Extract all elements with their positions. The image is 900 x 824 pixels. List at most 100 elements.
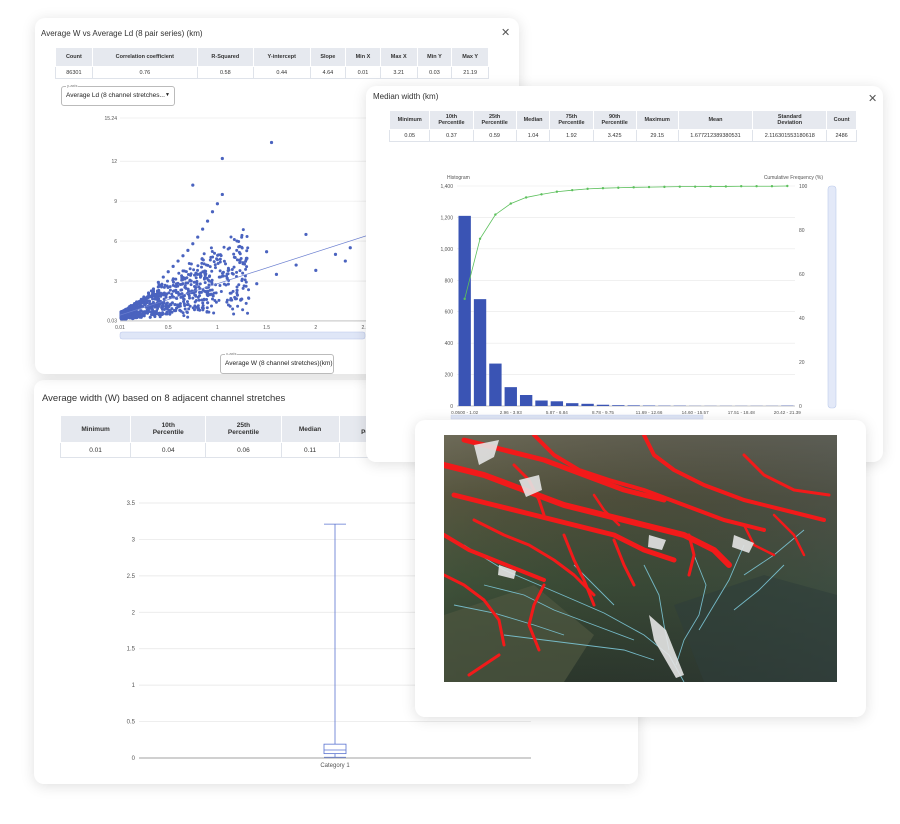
x-tick-label: 1 xyxy=(216,325,219,331)
river-map-image xyxy=(444,435,837,682)
scatter-point xyxy=(188,278,192,282)
scatter-point xyxy=(244,301,248,305)
scatter-point xyxy=(207,274,211,278)
y2-tick-label: 80 xyxy=(799,228,805,234)
scatter-point xyxy=(146,307,151,311)
scatter-point xyxy=(196,235,200,239)
scatter-point xyxy=(314,268,318,272)
scatter-point xyxy=(240,246,244,250)
cumulative-point xyxy=(693,185,697,188)
scatter-point xyxy=(201,308,205,312)
scatter-point xyxy=(232,312,236,316)
scatter-point xyxy=(245,265,249,269)
scatter-point xyxy=(174,288,178,292)
scatter-point xyxy=(178,308,182,312)
scatter-point xyxy=(183,284,187,288)
scatter-point xyxy=(203,281,207,285)
scatter-point xyxy=(186,248,190,253)
cumulative-point xyxy=(709,185,712,188)
scatter-point xyxy=(160,285,164,289)
scatter-point xyxy=(180,276,184,280)
scatter-point xyxy=(171,264,175,268)
scatter-point xyxy=(185,303,189,307)
map-card xyxy=(415,420,866,717)
scatter-point xyxy=(200,261,204,265)
cumulative-point xyxy=(647,185,651,189)
x-axis-select-value: Average W (8 channel stretches)(km) xyxy=(225,360,333,367)
scatter-point xyxy=(189,262,193,266)
y-tick-label: 15.24 xyxy=(104,116,117,122)
scatter-point xyxy=(244,267,248,271)
scatter-point xyxy=(209,304,213,308)
scatter-point xyxy=(198,273,202,277)
histogram-bar xyxy=(458,215,471,406)
scatter-point xyxy=(231,289,235,293)
scatter-point xyxy=(219,290,223,294)
scatter-point xyxy=(170,310,174,314)
scatter-point xyxy=(166,285,170,289)
x-tick-label: 8.78 - 9.75 xyxy=(592,410,614,415)
scatter-point xyxy=(137,302,141,306)
scatter-point xyxy=(153,315,157,319)
scatter-point xyxy=(212,260,216,264)
scatter-point xyxy=(221,270,225,274)
cumulative-point xyxy=(509,202,512,205)
scatter-point xyxy=(132,306,136,310)
scatter-point xyxy=(213,266,217,270)
scatter-point xyxy=(151,300,155,304)
scatter-point xyxy=(227,268,231,272)
scatter-point xyxy=(164,312,168,316)
scatter-point xyxy=(235,285,239,289)
scatter-point xyxy=(126,307,130,311)
scatter-point xyxy=(212,311,216,315)
scatter-point xyxy=(241,286,245,290)
y-tick-label: 0.03 xyxy=(107,319,117,325)
scatter-point xyxy=(161,275,165,279)
scatter-point xyxy=(231,307,235,311)
histogram-bar xyxy=(581,403,594,406)
scatter-point xyxy=(208,265,212,269)
y-tick-label: 0.5 xyxy=(127,720,136,726)
x-axis-select[interactable]: Average W (8 channel stretches)(km) xyxy=(220,354,334,374)
scatter-point xyxy=(191,296,195,300)
scatter-point xyxy=(226,303,230,307)
scatter-point xyxy=(196,264,200,268)
scatter-point xyxy=(164,293,168,297)
scatter-point xyxy=(218,269,222,273)
scatter-point xyxy=(216,261,220,265)
scatter-point xyxy=(304,232,308,237)
scatter-point xyxy=(186,287,190,291)
x-tick-label: 14.60 - 15.57 xyxy=(682,410,710,415)
scatter-point xyxy=(186,281,190,285)
x-tick-label: 17.51 - 18.48 xyxy=(728,410,756,415)
scatter-point xyxy=(210,249,214,253)
scatter-point xyxy=(170,307,174,311)
scatter-point xyxy=(210,210,215,214)
y-tick-label: 600 xyxy=(445,310,454,316)
scatter-point xyxy=(241,228,245,232)
cumulative-point xyxy=(571,188,574,192)
scatter-point xyxy=(205,310,209,314)
scatter-point xyxy=(202,252,206,256)
scatter-point xyxy=(146,291,151,295)
scatter-point xyxy=(168,288,172,292)
scatter-point xyxy=(274,272,279,276)
scatter-point xyxy=(235,239,239,243)
scatter-point xyxy=(348,246,352,250)
scatter-point xyxy=(229,235,233,239)
scatter-point xyxy=(230,267,234,271)
histogram-bar xyxy=(519,395,533,406)
scatter-point xyxy=(187,307,191,311)
histogram-bar xyxy=(504,387,517,406)
scatter-point xyxy=(179,288,183,292)
scatter-point xyxy=(202,297,206,301)
scatter-point xyxy=(194,299,198,303)
scatter-point xyxy=(173,303,177,307)
histogram-bar xyxy=(566,403,579,406)
cumulative-point xyxy=(463,297,466,301)
scatter-point xyxy=(209,246,213,250)
y-tick-label: 3 xyxy=(132,537,136,543)
histogram-bar xyxy=(612,405,625,406)
scatter-point xyxy=(333,252,338,256)
scatter-point xyxy=(215,257,219,261)
